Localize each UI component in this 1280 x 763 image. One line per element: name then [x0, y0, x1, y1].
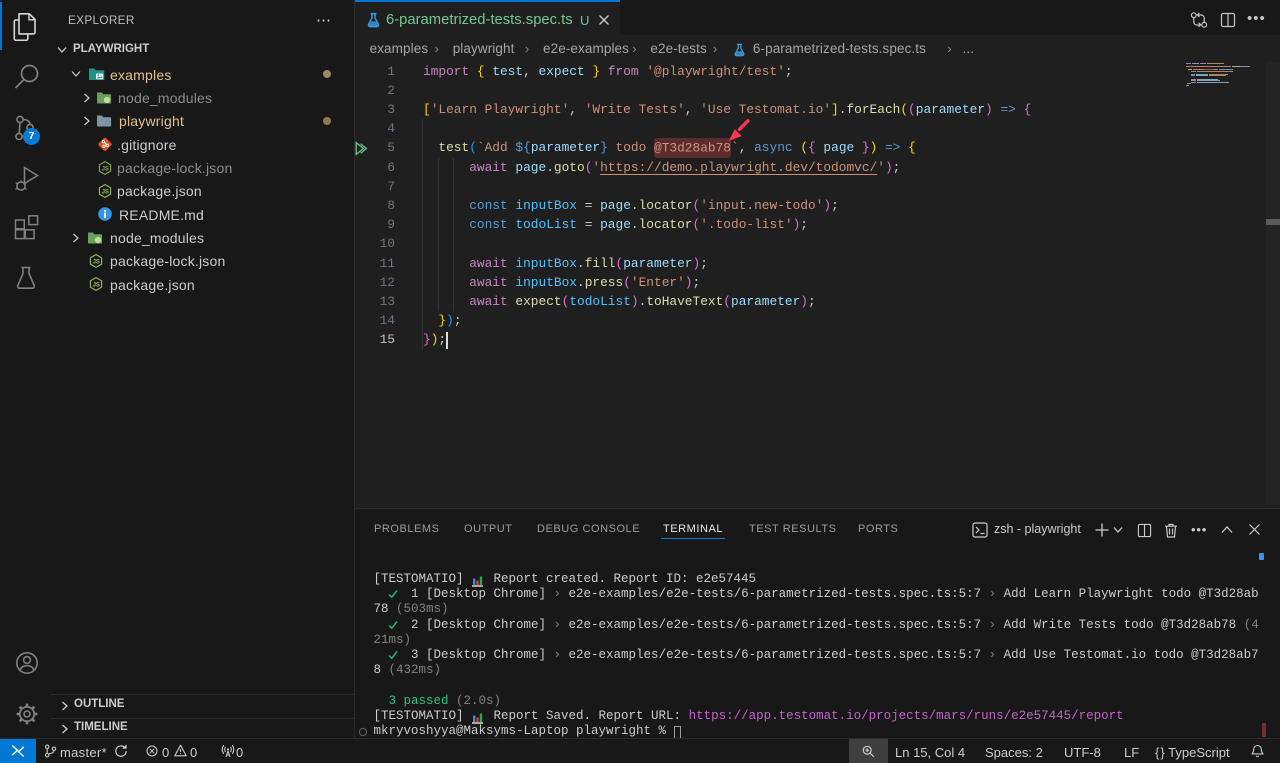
- svg-text:JS: JS: [93, 283, 100, 289]
- svg-text:JS: JS: [102, 189, 109, 195]
- svg-text:JS: JS: [93, 259, 100, 265]
- svg-text:JS: JS: [102, 166, 109, 172]
